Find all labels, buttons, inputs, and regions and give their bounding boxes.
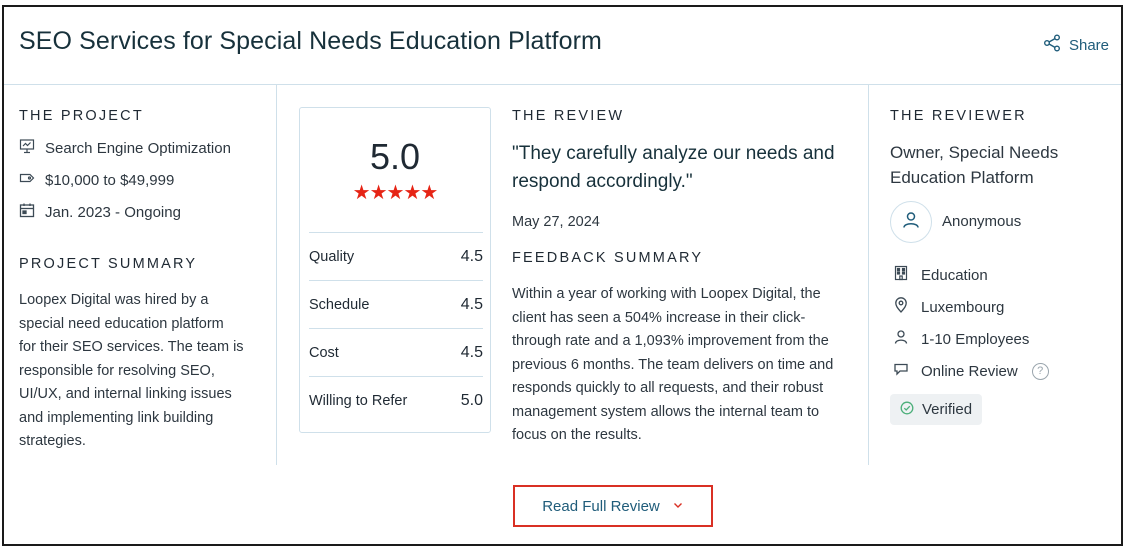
feedback-line: previous 6 months. The team delivers on … <box>512 356 834 373</box>
score-label: Willing to Refer <box>309 392 408 409</box>
feedback-line: responds quickly to all requests, and th… <box>512 380 824 396</box>
chevron-down-icon <box>672 498 684 515</box>
reviewer-review-type-label: Online Review <box>921 362 1018 380</box>
summary-line: responsible for resolving SEO, <box>19 362 215 379</box>
score-row-quality: Quality 4.5 <box>309 232 483 280</box>
score-row-cost: Cost 4.5 <box>309 328 483 376</box>
feedback-line: focus on the results. <box>512 427 642 443</box>
star-rating: ★★★★★ <box>352 182 439 204</box>
review-card: SEO Services for Special Needs Education… <box>2 5 1123 546</box>
share-button[interactable]: Share <box>1043 34 1109 56</box>
help-icon[interactable]: ? <box>1031 362 1049 380</box>
check-circle-icon <box>900 401 914 419</box>
reviewer-industry-label: Education <box>921 266 988 284</box>
summary-line: UI/UX, and internal linking issues <box>19 386 232 402</box>
user-icon <box>901 210 921 235</box>
feedback-summary-text: Within a year of working with Loopex Dig… <box>512 283 852 448</box>
avatar <box>890 201 932 243</box>
reviewer-industry: Education <box>893 265 988 285</box>
score-value: 4.5 <box>460 295 483 313</box>
score-row-willing-to-refer: Willing to Refer 5.0 <box>309 376 483 424</box>
summary-line: strategies. <box>19 433 86 449</box>
summary-line: Loopex Digital was hired by a <box>19 292 209 308</box>
overall-rating: 5.0 <box>369 136 421 177</box>
project-budget-label: $10,000 to $49,999 <box>45 171 175 189</box>
chat-bubble-icon <box>893 361 909 381</box>
feedback-line: through rate and a 1,093% improvement fr… <box>512 333 829 349</box>
reviewer-location-label: Luxembourg <box>921 298 1005 316</box>
column-divider <box>276 85 277 465</box>
score-label: Cost <box>309 344 339 361</box>
verified-label: Verified <box>922 401 973 418</box>
project-summary-text: Loopex Digital was hired by a special ne… <box>19 289 264 454</box>
summary-line: special need education platform <box>19 315 224 332</box>
summary-line: and implementing link building <box>19 409 214 426</box>
feedback-line: management system allows the internal te… <box>512 403 820 420</box>
project-timeline: Jan. 2023 - Ongoing <box>19 202 181 222</box>
reviewer-name: Anonymous <box>942 213 1022 230</box>
calendar-icon <box>19 202 35 222</box>
review-section-title: THE REVIEW <box>512 108 625 124</box>
read-full-review-label: Read Full Review <box>542 497 660 515</box>
project-budget: $10,000 to $49,999 <box>19 170 174 190</box>
review-date: May 27, 2024 <box>512 214 600 230</box>
review-header: SEO Services for Special Needs Education… <box>4 7 1121 85</box>
reviewer-role: Owner, Special Needs Education Platform <box>890 140 1100 190</box>
project-section-title: THE PROJECT <box>19 108 144 124</box>
feedback-summary-title: FEEDBACK SUMMARY <box>512 250 704 266</box>
review-quote: "They carefully analyze our needs and re… <box>512 140 857 196</box>
share-icon <box>1043 34 1061 56</box>
share-label: Share <box>1068 36 1109 54</box>
score-row-schedule: Schedule 4.5 <box>309 280 483 328</box>
role-line: Owner, Special Needs <box>890 143 1059 162</box>
column-divider <box>868 85 869 465</box>
location-pin-icon <box>893 297 909 317</box>
feedback-line: Within a year of working with Loopex Dig… <box>512 286 821 302</box>
score-value: 4.5 <box>460 247 483 265</box>
project-summary-title: PROJECT SUMMARY <box>19 256 198 272</box>
quote-line: respond accordingly." <box>512 171 693 192</box>
project-timeline-label: Jan. 2023 - Ongoing <box>45 203 181 221</box>
read-full-review-button[interactable]: Read Full Review <box>513 485 713 527</box>
score-value: 5.0 <box>460 391 483 409</box>
person-icon <box>893 329 909 349</box>
reviewer-section-title: THE REVIEWER <box>890 108 1027 124</box>
building-icon <box>893 265 909 285</box>
score-value: 4.5 <box>460 343 483 361</box>
presentation-icon <box>19 138 35 158</box>
reviewer-size-label: 1-10 Employees <box>921 330 1030 348</box>
role-line: Education Platform <box>890 168 1034 187</box>
project-service: Search Engine Optimization <box>19 138 231 158</box>
reviewer-review-type: Online Review ? <box>893 361 1049 381</box>
price-tag-icon <box>19 170 35 190</box>
rating-box: 5.0 ★★★★★ Quality 4.5 Schedule 4.5 Cost … <box>299 107 491 433</box>
feedback-line: client has seen a 504% increase in their… <box>512 309 806 326</box>
review-title: SEO Services for Special Needs Education… <box>19 27 602 55</box>
project-service-label: Search Engine Optimization <box>45 139 231 157</box>
reviewer-location: Luxembourg <box>893 297 1004 317</box>
reviewer-company-size: 1-10 Employees <box>893 329 1029 349</box>
score-label: Quality <box>309 248 355 265</box>
verified-badge: Verified <box>890 394 983 425</box>
quote-line: "They carefully analyze our needs and <box>512 143 835 164</box>
summary-line: for their SEO services. The team is <box>19 339 244 355</box>
score-label: Schedule <box>309 296 370 313</box>
